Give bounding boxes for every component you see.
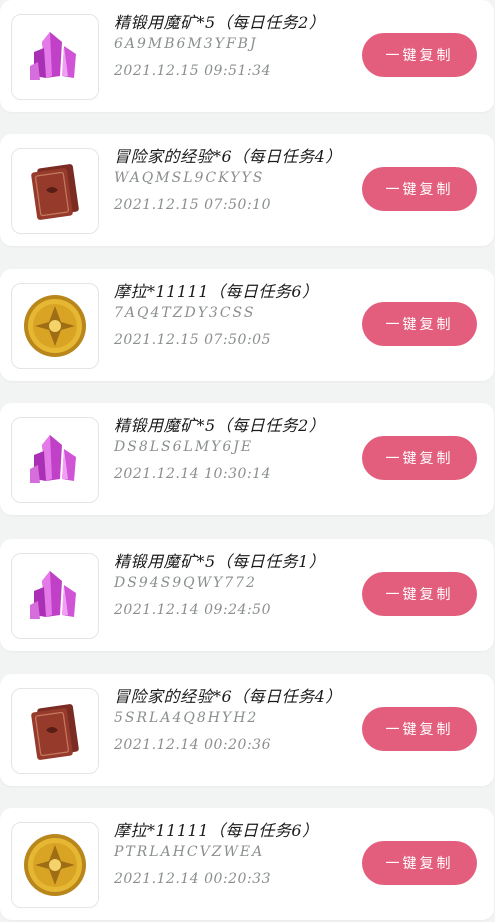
- list-item: 冒险家的经验*6（每日任务4） WAQMSL9CKYYS 2021.12.15 …: [0, 134, 494, 246]
- item-title: 摩拉*11111（每日任务6）: [114, 282, 319, 301]
- magic-crystal-icon: [30, 571, 76, 619]
- copy-button[interactable]: 一键复制: [362, 436, 477, 480]
- item-title: 摩拉*11111（每日任务6）: [114, 821, 319, 840]
- copy-button[interactable]: 一键复制: [362, 167, 477, 211]
- redeem-code: 5SRLA4Q8HYH2: [114, 710, 259, 726]
- copy-button[interactable]: 一键复制: [362, 707, 477, 751]
- timestamp: 2021.12.15 07:50:10: [114, 197, 271, 213]
- item-title: 精锻用魔矿*5（每日任务2）: [114, 13, 326, 32]
- timestamp: 2021.12.15 09:51:34: [114, 63, 271, 79]
- timestamp: 2021.12.14 10:30:14: [114, 466, 271, 482]
- adventurer-book-icon: [31, 164, 79, 220]
- redeem-code: PTRLAHCVZWEA: [114, 844, 265, 860]
- item-thumbnail: [11, 14, 99, 100]
- copy-button[interactable]: 一键复制: [362, 841, 477, 885]
- magic-crystal-icon: [30, 435, 76, 483]
- list-item: 摩拉*11111（每日任务6） 7AQ4TZDY3CSS 2021.12.15 …: [0, 269, 494, 381]
- list-item: 精锻用魔矿*5（每日任务2） 6A9MB6M3YFBJ 2021.12.15 0…: [0, 0, 494, 112]
- item-title: 冒险家的经验*6（每日任务4）: [114, 147, 342, 166]
- magic-crystal-icon: [30, 32, 76, 80]
- list-item: 摩拉*11111（每日任务6） PTRLAHCVZWEA 2021.12.14 …: [0, 808, 494, 920]
- redeem-code: WAQMSL9CKYYS: [114, 170, 265, 186]
- item-thumbnail: [11, 283, 99, 369]
- item-title: 精锻用魔矿*5（每日任务1）: [114, 552, 326, 571]
- copy-button[interactable]: 一键复制: [362, 572, 477, 616]
- mora-coin-icon: [24, 834, 86, 896]
- item-title: 冒险家的经验*6（每日任务4）: [114, 687, 342, 706]
- adventurer-book-icon: [31, 704, 79, 760]
- timestamp: 2021.12.15 07:50:05: [114, 332, 271, 348]
- copy-button[interactable]: 一键复制: [362, 33, 477, 77]
- list-item: 冒险家的经验*6（每日任务4） 5SRLA4Q8HYH2 2021.12.14 …: [0, 674, 494, 786]
- redeem-code: 7AQ4TZDY3CSS: [114, 305, 256, 321]
- list-item: 精锻用魔矿*5（每日任务1） DS94S9QWY772 2021.12.14 0…: [0, 539, 494, 651]
- item-thumbnail: [11, 553, 99, 639]
- redeem-code: 6A9MB6M3YFBJ: [114, 36, 258, 52]
- item-thumbnail: [11, 148, 99, 234]
- item-thumbnail: [11, 417, 99, 503]
- item-title: 精锻用魔矿*5（每日任务2）: [114, 416, 326, 435]
- item-thumbnail: [11, 822, 99, 908]
- timestamp: 2021.12.14 00:20:36: [114, 737, 271, 753]
- item-thumbnail: [11, 688, 99, 774]
- list-item: 精锻用魔矿*5（每日任务2） DS8LS6LMY6JE 2021.12.14 1…: [0, 403, 494, 515]
- timestamp: 2021.12.14 00:20:33: [114, 871, 271, 887]
- copy-button[interactable]: 一键复制: [362, 302, 477, 346]
- mora-coin-icon: [24, 295, 86, 357]
- redeem-code: DS94S9QWY772: [114, 575, 257, 591]
- timestamp: 2021.12.14 09:24:50: [114, 602, 271, 618]
- redeem-code: DS8LS6LMY6JE: [114, 439, 254, 455]
